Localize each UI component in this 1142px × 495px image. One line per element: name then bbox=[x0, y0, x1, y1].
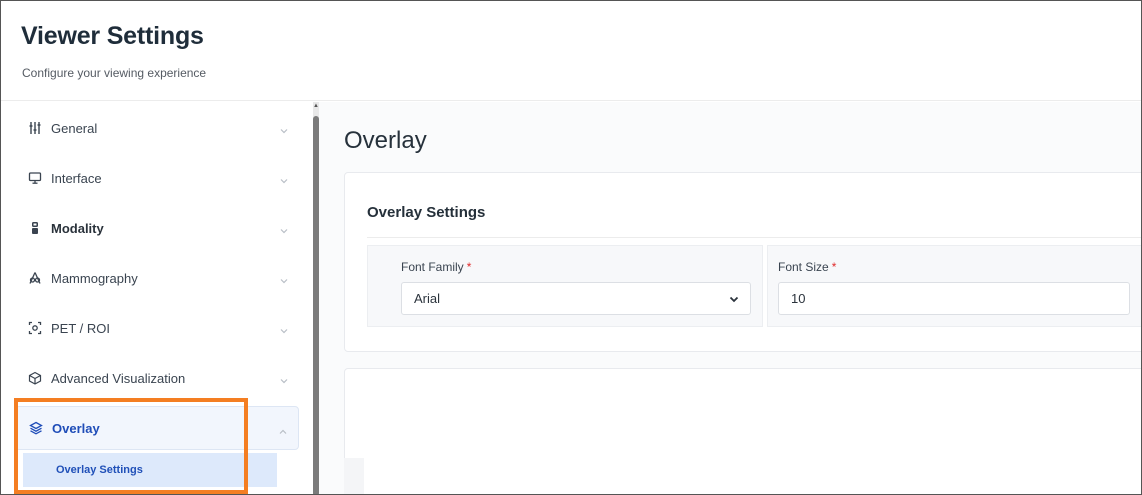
sidebar-item-modality[interactable]: Modality bbox=[15, 206, 299, 250]
chevron-up-icon bbox=[278, 424, 288, 434]
cube-icon bbox=[28, 371, 42, 385]
sidebar-item-label: Modality bbox=[51, 220, 104, 236]
sidebar-item-label: Overlay bbox=[52, 420, 100, 436]
main-content: Overlay Overlay Settings Font Family * Ar… bbox=[319, 102, 1141, 494]
mammography-icon bbox=[28, 271, 42, 285]
overlay-settings-card: Overlay Settings Font Family * Arial Font… bbox=[344, 172, 1141, 352]
font-size-field: Font Size * 10 bbox=[767, 245, 1141, 327]
preview-card-strip bbox=[344, 458, 364, 494]
sidebar-item-pet-roi[interactable]: PET / ROI bbox=[15, 306, 299, 350]
chevron-down-icon bbox=[728, 293, 740, 305]
sidebar-item-advanced-visualization[interactable]: Advanced Visualization bbox=[15, 356, 299, 400]
sidebar-subitem-label: Overlay Settings bbox=[56, 464, 143, 476]
font-family-label: Font Family * bbox=[401, 260, 471, 274]
page-header: Viewer Settings Configure your viewing e… bbox=[1, 1, 1141, 101]
sliders-icon bbox=[28, 121, 42, 135]
sidebar-subitem-overlay-settings[interactable]: Overlay Settings bbox=[23, 453, 277, 487]
chevron-down-icon bbox=[279, 123, 289, 134]
page-title: Viewer Settings bbox=[21, 22, 204, 50]
sidebar-item-general[interactable]: General bbox=[15, 106, 299, 150]
font-family-label-text: Font Family bbox=[401, 260, 464, 274]
sidebar-item-label: Mammography bbox=[51, 270, 138, 286]
sidebar-item-label: Interface bbox=[51, 170, 102, 186]
font-size-value: 10 bbox=[791, 291, 806, 306]
sidebar-item-overlay[interactable]: Overlay bbox=[15, 406, 299, 450]
font-size-label: Font Size * bbox=[778, 260, 836, 274]
monitor-icon bbox=[28, 171, 42, 185]
chevron-down-icon bbox=[279, 223, 289, 234]
sidebar-item-label: General bbox=[51, 120, 98, 136]
card-title: Overlay Settings bbox=[367, 204, 486, 221]
sidebar-item-mammography[interactable]: Mammography bbox=[15, 256, 299, 300]
chevron-down-icon bbox=[279, 173, 289, 184]
chevron-down-icon bbox=[279, 273, 289, 284]
section-title: Overlay bbox=[344, 127, 427, 154]
chevron-down-icon bbox=[279, 323, 289, 334]
sidebar: General Interface Modality Mammography P… bbox=[1, 102, 313, 494]
card-divider bbox=[367, 237, 1141, 238]
sidebar-item-label: PET / ROI bbox=[51, 320, 110, 336]
focus-icon bbox=[28, 321, 42, 335]
font-size-label-text: Font Size bbox=[778, 260, 829, 274]
font-size-input[interactable]: 10 bbox=[778, 282, 1130, 315]
required-mark: * bbox=[466, 260, 472, 274]
required-mark: * bbox=[831, 260, 837, 274]
font-family-select[interactable]: Arial bbox=[401, 282, 751, 315]
app-window: Viewer Settings Configure your viewing e… bbox=[0, 0, 1142, 495]
font-family-field: Font Family * Arial bbox=[367, 245, 763, 327]
layers-icon bbox=[29, 421, 43, 435]
font-family-value: Arial bbox=[414, 291, 441, 306]
chevron-down-icon bbox=[279, 373, 289, 384]
preview-card bbox=[344, 368, 1141, 494]
sidebar-item-interface[interactable]: Interface bbox=[15, 156, 299, 200]
page-subtitle: Configure your viewing experience bbox=[22, 66, 207, 80]
sidebar-item-label: Advanced Visualization bbox=[51, 370, 186, 386]
scanner-icon bbox=[28, 221, 42, 235]
